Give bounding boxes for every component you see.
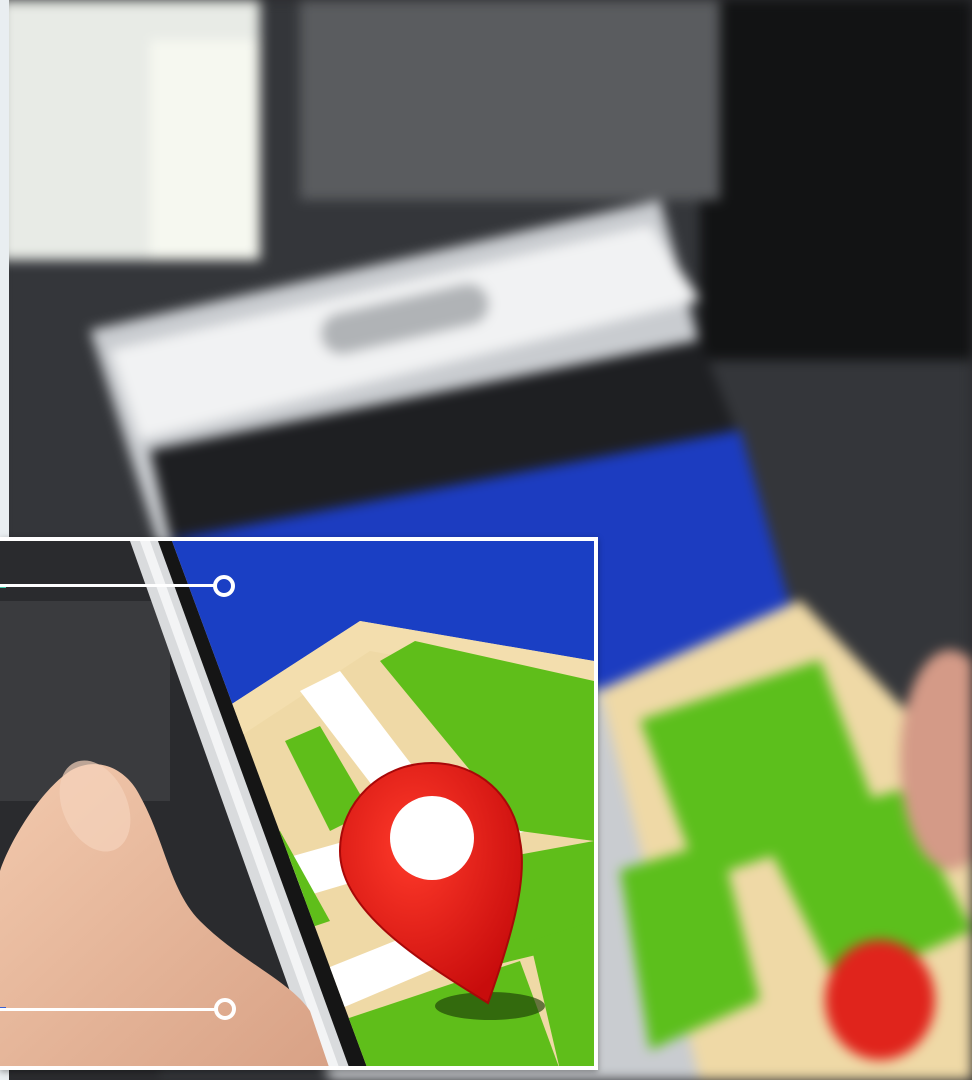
- callout-top-line: [0, 584, 215, 587]
- callout-bottom-dot: [214, 998, 236, 1020]
- focus-inset: [0, 537, 598, 1070]
- callout-bottom-line: [0, 1008, 215, 1011]
- focused-phone-scene: [0, 541, 594, 1066]
- callout-top-dot: [213, 575, 235, 597]
